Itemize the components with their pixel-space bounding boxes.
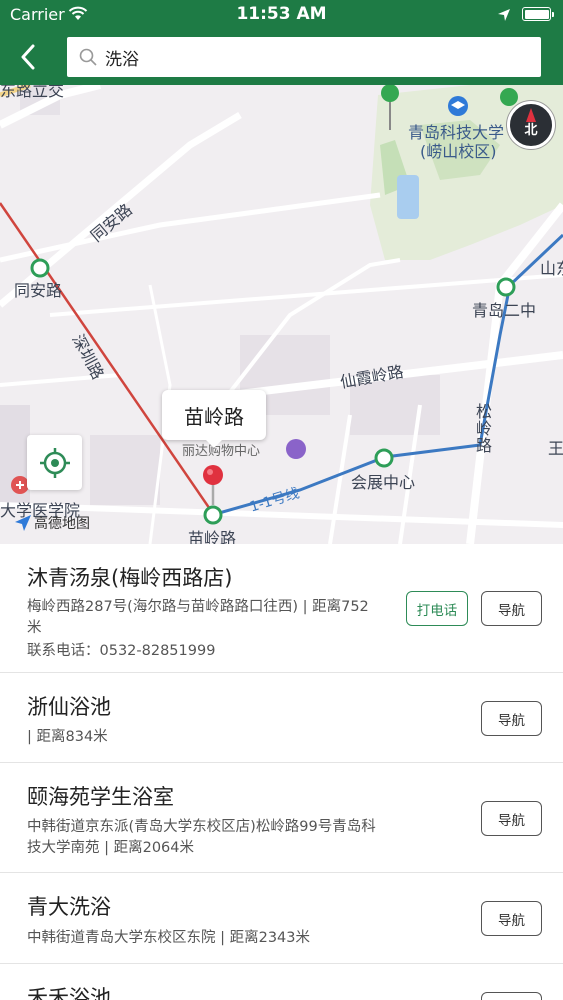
place-name: 青大洗浴 <box>27 895 111 919</box>
chevron-left-icon <box>21 44 35 70</box>
map-view[interactable]: 东路立交 同安路 同安路 深圳路 仙霞岭路 松岭路 青岛二中 会展中心 苗岭路 … <box>0 85 563 544</box>
compass-north-label: 北 <box>524 123 538 138</box>
locate-button[interactable] <box>27 435 82 490</box>
map-label-top-clip: 东路立交 <box>0 85 65 100</box>
status-bar: Carrier 11:53 AM <box>0 0 563 30</box>
place-name: 浙仙浴池 <box>27 695 111 719</box>
search-input[interactable] <box>105 43 525 71</box>
map-label-wang: 王 <box>548 439 563 458</box>
map-label-tongan-station: 同安路 <box>14 281 63 300</box>
result-list: 沐青汤泉(梅岭西路店) 梅岭西路287号(海尔路与苗岭路路口往西) | 距离75… <box>0 544 563 1000</box>
place-callout[interactable]: 苗岭路 <box>162 390 266 448</box>
map-label-qingdao-no2: 青岛二中 <box>472 301 537 320</box>
place-address: 中韩街道青岛大学东校区东院 | 距离2343米 <box>27 930 311 946</box>
back-button[interactable] <box>10 38 46 76</box>
battery-icon <box>522 7 554 21</box>
map-label-miaoling-station: 苗岭路 <box>188 529 237 544</box>
place-phone: 联系电话：0532-82851999 <box>27 643 216 659</box>
map-label-huizhan: 会展中心 <box>351 473 416 492</box>
search-icon <box>79 48 97 70</box>
location-arrow-icon <box>497 7 511 26</box>
navigate-button[interactable]: 导航 <box>481 701 542 736</box>
clock: 11:53 AM <box>236 4 327 24</box>
place-name: 沐青汤泉(梅岭西路店) <box>27 566 233 590</box>
navigate-button[interactable]: 导航 <box>481 992 542 1000</box>
call-button[interactable]: 打电话 <box>406 591 468 626</box>
navigate-button[interactable]: 导航 <box>481 801 542 836</box>
place-address: 中韩街道京东派(青岛大学东校区店)松岭路99号青岛科技大学南苑 | 距离2064… <box>27 819 376 856</box>
navigate-button[interactable]: 导航 <box>481 901 542 936</box>
map-logo: 高德地图 <box>14 513 90 533</box>
navigate-button[interactable]: 导航 <box>481 591 542 626</box>
map-logo-text: 高德地图 <box>34 516 90 532</box>
list-item[interactable]: 浙仙浴池 | 距离834米 导航 <box>0 673 563 763</box>
search-box[interactable] <box>67 37 541 77</box>
compass-button[interactable]: 北 <box>507 101 555 149</box>
place-address: | 距离834米 <box>27 729 108 745</box>
place-name: 颐海苑学生浴室 <box>27 785 174 809</box>
list-item[interactable]: 沐青汤泉(梅岭西路店) 梅岭西路287号(海尔路与苗岭路路口往西) | 距离75… <box>0 544 563 673</box>
map-label-campus-2: (崂山校区) <box>420 142 497 161</box>
list-item[interactable]: 青大洗浴 中韩街道青岛大学东校区东院 | 距离2343米 导航 <box>0 873 563 964</box>
map-label-songling-road: 松岭路 <box>473 403 492 454</box>
place-name: 禾禾浴池 <box>27 986 111 1000</box>
amap-logo-icon <box>15 515 31 531</box>
map-label-shandong: 山东 <box>540 259 563 278</box>
list-item[interactable]: 颐海苑学生浴室 中韩街道京东派(青岛大学东校区店)松岭路99号青岛科技大学南苑 … <box>0 763 563 873</box>
crosshair-icon <box>39 447 70 478</box>
place-address: 梅岭西路287号(海尔路与苗岭路路口往西) | 距离752米 <box>27 599 369 636</box>
search-header <box>0 30 563 85</box>
list-item[interactable]: 禾禾浴池 导航 <box>0 964 563 1000</box>
